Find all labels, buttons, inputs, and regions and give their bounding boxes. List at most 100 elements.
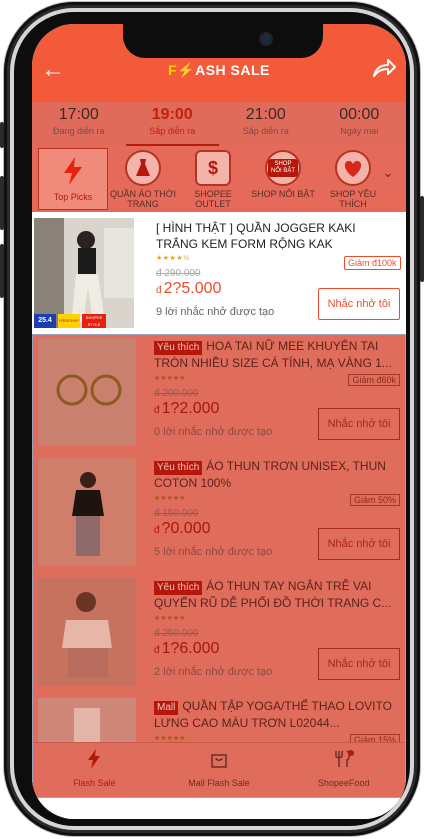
category-label: QUẦN ÁO THỜI TRANG	[109, 189, 177, 209]
category-favorite-shops[interactable]: SHOP YÊU THÍCH	[318, 146, 388, 212]
product-title[interactable]: Yêu thích ÁO THUN TAY NGẮN TRỄ VAI QUYẾN …	[154, 578, 402, 611]
logo-text: ASH SALE	[195, 62, 270, 78]
original-price: đ 250.000	[154, 628, 199, 639]
price-value: 1?2.000	[161, 400, 220, 417]
rating-stars: ★★★★½	[156, 255, 190, 262]
lightning-icon	[88, 749, 101, 769]
category-fashion[interactable]: QUẦN ÁO THỜI TRANG	[108, 146, 178, 212]
nav-mall-flash-sale[interactable]: Mall Flash Sale	[157, 743, 282, 798]
favorite-tag: Yêu thích	[154, 461, 203, 475]
product-title[interactable]: Yêu thích ÁO THUN TRƠN UNISEX, THUN COTON…	[154, 458, 402, 491]
notch	[123, 24, 323, 58]
sale-price: đ 2?5.000	[156, 280, 221, 298]
bottom-nav: Flash Sale Mall Flash Sale ShopeeFood	[32, 742, 406, 798]
currency-symbol: đ	[154, 645, 160, 656]
currency-symbol: đ	[154, 525, 160, 536]
category-top-picks[interactable]: Top Picks	[38, 148, 108, 210]
category-bar: Top Picks QUẦN ÁO THỜI TRANG $ SHOPEE OU…	[32, 146, 406, 212]
category-label: SHOP NỔI BẬT	[251, 189, 315, 199]
tab-time-slot-3[interactable]: 21:00 Sắp diễn ra	[219, 102, 313, 146]
tab-time: 19:00	[151, 106, 193, 123]
original-price: đ 290.000	[156, 268, 201, 279]
list-item[interactable]: Yêu thích HOA TAI NỮ MEE KHUYÊN TAI TRÒN …	[32, 334, 406, 454]
tab-status: Sắp diễn ra	[149, 126, 196, 136]
tab-status: Sắp diễn ra	[242, 126, 289, 136]
voucher-badge: Giảm 50%	[349, 494, 400, 506]
fork-knife-icon	[334, 750, 354, 767]
nav-label: ShopeeFood	[317, 778, 370, 788]
dollar-icon: $	[195, 150, 231, 186]
product-image[interactable]	[38, 698, 136, 742]
tab-status: Đang diễn ra	[52, 126, 105, 136]
shop-badge-icon: SHOP NỔI BẬT	[265, 150, 301, 186]
reminder-count: 9 lời nhắc nhở được tạo	[156, 306, 275, 318]
list-item[interactable]: Yêu thích ÁO THUN TAY NGẮN TRỄ VAI QUYẾN …	[32, 574, 406, 694]
logo-bolt-glyph: ⚡	[177, 62, 196, 78]
tab-time: 21:00	[245, 106, 286, 123]
highlighted-product-card[interactable]: 25.4 FREESHIP SHOPEE STYLE [ HÌNH THẬT ]…	[32, 212, 406, 334]
original-price: đ 150.000	[154, 508, 199, 519]
reminder-count: 2 lời nhắc nhở được tạo	[154, 666, 273, 678]
category-label: SHOPEE OUTLET	[194, 189, 232, 209]
price-value: 2?5.000	[163, 280, 222, 297]
mall-tag: Mall	[154, 701, 179, 715]
voucher-badge: Giảm 15%	[349, 734, 400, 742]
list-item[interactable]: Yêu thích ÁO THUN TRƠN UNISEX, THUN COTON…	[32, 454, 406, 574]
volume-up-button	[0, 176, 4, 230]
nav-label: Mall Flash Sale	[188, 778, 250, 788]
remind-me-button[interactable]: Nhắc nhở tôi	[318, 408, 400, 440]
favorite-tag: Yêu thích	[154, 581, 203, 595]
tab-time: 17:00	[58, 106, 99, 123]
reminder-count: 0 lời nhắc nhở được tạo	[154, 426, 273, 438]
rating-stars: ★★★★★	[154, 735, 186, 742]
chevron-down-icon[interactable]: ⌄	[382, 164, 398, 184]
category-featured-shops[interactable]: SHOP NỔI BẬT SHOP NỔI BẬT	[248, 146, 318, 212]
sale-price: đ ?0.000	[154, 520, 211, 538]
mute-switch	[0, 122, 4, 148]
category-label: SHOP YÊU THÍCH	[329, 189, 377, 209]
product-image[interactable]	[38, 458, 136, 566]
date-badge: 25.4	[34, 314, 56, 328]
currency-symbol: đ	[156, 285, 162, 296]
product-image[interactable]: 25.4 FREESHIP SHOPEE STYLE	[34, 218, 134, 328]
tab-time-slot-4[interactable]: 00:00 Ngày mai	[313, 102, 407, 146]
category-label: Top Picks	[53, 192, 93, 202]
currency-symbol: đ	[154, 405, 160, 416]
reminder-count: 5 lời nhắc nhở được tạo	[154, 546, 273, 558]
remind-me-button[interactable]: Nhắc nhở tôi	[318, 648, 400, 680]
product-title[interactable]: Yêu thích HOA TAI NỮ MEE KHUYÊN TAI TRÒN …	[154, 338, 402, 371]
volume-down-button	[0, 244, 4, 298]
nav-flash-sale[interactable]: Flash Sale	[32, 743, 157, 798]
lightning-icon	[55, 153, 91, 189]
tab-time-slot-1[interactable]: 17:00 Đang diễn ra	[32, 102, 126, 146]
tab-time-slot-2[interactable]: 19:00 Sắp diễn ra	[125, 102, 219, 146]
rating-stars: ★★★★★	[154, 375, 186, 382]
phone-screen: ← F⚡ASH SALE 17:00 Đang diễn ra 19:00 Sắ…	[32, 24, 406, 819]
home-indicator-area	[32, 798, 406, 819]
product-list: Yêu thích HOA TAI NỮ MEE KHUYÊN TAI TRÒN …	[32, 334, 406, 742]
nav-shopeefood[interactable]: ShopeeFood	[281, 743, 406, 798]
shopee-style-badge: SHOPEE STYLE	[82, 314, 106, 328]
price-value: ?0.000	[161, 520, 211, 537]
product-image[interactable]	[38, 578, 136, 686]
power-button	[420, 196, 424, 282]
heart-hand-icon	[335, 150, 371, 186]
tab-time: 00:00	[339, 106, 380, 123]
voucher-badge: Giảm đ100k	[344, 256, 401, 270]
camera-icon	[261, 34, 271, 44]
list-item[interactable]: Mall QUẦN TẬP YOGA/THỂ THAO LOVITO LƯNG C…	[32, 694, 406, 742]
rating-stars: ★★★★★	[154, 615, 186, 622]
freeship-badge: FREESHIP	[58, 314, 80, 328]
remind-me-button[interactable]: Nhắc nhở tôi	[318, 288, 400, 320]
remind-me-button[interactable]: Nhắc nhở tôi	[318, 528, 400, 560]
product-title[interactable]: [ HÌNH THẬT ] QUẦN JOGGER KAKI TRẮNG KEM…	[156, 220, 396, 252]
original-price: đ 200.000	[154, 388, 199, 399]
tab-status: Ngày mai	[340, 126, 379, 136]
logo-bolt: F	[168, 62, 178, 78]
share-icon[interactable]	[368, 54, 398, 84]
arrow-left-icon[interactable]: ←	[38, 56, 68, 84]
category-shopee-outlet[interactable]: $ SHOPEE OUTLET	[178, 146, 248, 212]
shopping-bag-icon	[211, 754, 227, 768]
product-image[interactable]	[38, 338, 136, 446]
product-title[interactable]: Mall QUẦN TẬP YOGA/THỂ THAO LOVITO LƯNG C…	[154, 698, 402, 731]
